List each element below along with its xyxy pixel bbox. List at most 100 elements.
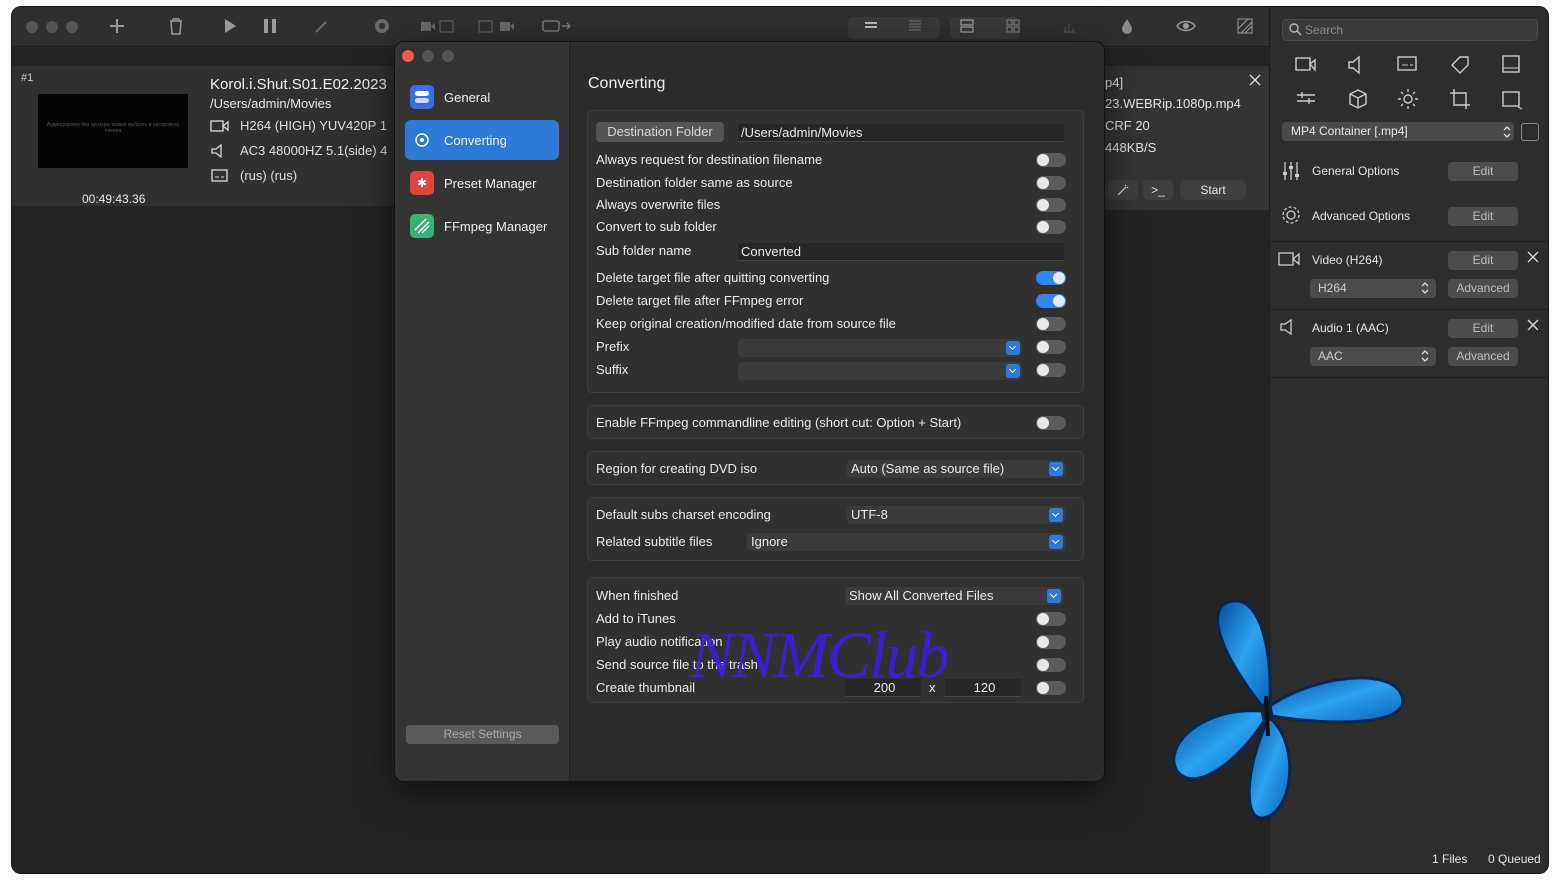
dest-same-source-label: Destination folder same as source [596, 175, 793, 190]
video-advanced-button[interactable]: Advanced [1448, 279, 1518, 298]
when-finished-value: Show All Converted Files [849, 588, 994, 603]
file-thumbnail[interactable]: Аудиодорожку без цензуры можно выбрать в… [38, 94, 188, 168]
suffix-toggle[interactable] [1036, 363, 1066, 377]
add-itunes-toggle[interactable] [1036, 612, 1066, 626]
related-subs-label: Related subtitle files [596, 534, 713, 549]
prefix-dropdown[interactable] [738, 339, 1022, 357]
record-icon[interactable] [373, 17, 391, 37]
chart-icon[interactable] [1060, 17, 1078, 37]
dest-same-source-toggle[interactable] [1036, 176, 1066, 190]
keep-dates-label: Keep original creation/modified date fro… [596, 316, 896, 331]
settings-dialog: General Converting ✱ Preset Manager FFmp… [394, 41, 1105, 782]
dialog-minimize-button[interactable] [422, 50, 434, 62]
brightness-icon[interactable] [1396, 87, 1420, 111]
compact-list-icon[interactable] [906, 17, 924, 37]
add-tag-icon[interactable] [1448, 53, 1472, 77]
output-filename: 23.WEBRip.1080p.mp4 [1105, 96, 1241, 111]
window-minimize-button[interactable] [46, 21, 58, 33]
sub-folder-name-field[interactable]: Converted [738, 243, 1064, 261]
grid-layout-icon[interactable] [1004, 17, 1022, 37]
sub-folder-toggle[interactable] [1036, 220, 1066, 234]
add-chapter-icon[interactable] [1500, 53, 1524, 77]
3d-box-icon[interactable] [1346, 87, 1370, 111]
play-audio-toggle[interactable] [1036, 635, 1066, 649]
video-edit-button[interactable]: Edit [1448, 251, 1518, 270]
nav-general[interactable]: General [405, 77, 559, 117]
nav-ffmpeg-manager[interactable]: FFmpeg Manager [405, 206, 559, 246]
related-subs-dropdown[interactable]: Ignore [747, 533, 1065, 551]
general-options-edit-button[interactable]: Edit [1448, 162, 1518, 181]
rows-layout-icon[interactable] [958, 17, 976, 37]
keep-dates-toggle[interactable] [1036, 317, 1066, 331]
cmdline-toggle[interactable] [1036, 416, 1066, 430]
video-codec-select[interactable]: H264 [1310, 279, 1436, 298]
container-format-select[interactable]: MP4 Container [.mp4] [1282, 122, 1514, 141]
subs-charset-dropdown[interactable]: UTF-8 [847, 506, 1065, 524]
save-preset-icon[interactable] [1521, 123, 1539, 141]
delete-after-error-toggle[interactable] [1036, 294, 1066, 308]
overwrite-toggle[interactable] [1036, 198, 1066, 212]
destination-folder-field[interactable]: /Users/admin/Movies [738, 124, 1064, 142]
video-camera-icon [210, 119, 229, 132]
dvd-region-dropdown[interactable]: Auto (Same as source file) [847, 460, 1065, 478]
when-finished-dropdown[interactable]: Show All Converted Files [845, 587, 1063, 605]
trash-icon[interactable] [168, 17, 184, 37]
file-index: #1 [21, 72, 34, 84]
add-itunes-label: Add to iTunes [596, 611, 676, 626]
audio-advanced-button[interactable]: Advanced [1448, 347, 1518, 366]
play-icon[interactable] [222, 17, 238, 37]
nav-converting[interactable]: Converting [405, 120, 559, 160]
remove-video-close-icon[interactable] [1527, 251, 1539, 263]
always-request-toggle[interactable] [1036, 153, 1066, 167]
remove-audio-close-icon[interactable] [1527, 319, 1539, 331]
terminal-button[interactable]: >_ [1143, 180, 1173, 200]
pause-icon[interactable] [262, 17, 278, 37]
list-view-icon[interactable] [862, 17, 880, 37]
wand-button[interactable] [1108, 180, 1138, 200]
prefix-toggle[interactable] [1036, 340, 1066, 354]
export-icon[interactable] [542, 17, 574, 37]
suffix-dropdown[interactable] [738, 362, 1022, 380]
send-trash-label: Send source file to the trash [596, 657, 758, 672]
dialog-close-button[interactable] [402, 50, 414, 62]
search-input[interactable]: Search [1282, 19, 1538, 41]
dialog-zoom-button[interactable] [442, 50, 454, 62]
crop-icon[interactable] [1448, 87, 1472, 111]
wand-icon[interactable] [314, 17, 330, 37]
create-thumb-toggle[interactable] [1036, 681, 1066, 695]
resize-icon[interactable] [1500, 87, 1524, 111]
file-video-info: H264 (HIGH) YUV420P 1 [210, 118, 387, 133]
prefix-label: Prefix [596, 339, 630, 354]
add-audio-icon[interactable] [1346, 53, 1370, 77]
advanced-options-edit-button[interactable]: Edit [1448, 207, 1518, 226]
sliders-icon [1283, 162, 1299, 180]
general-toggles-icon [410, 85, 434, 109]
audio-codec-select[interactable]: AAC [1310, 347, 1436, 366]
create-thumb-label: Create thumbnail [596, 680, 695, 695]
thumb-x-separator: x [929, 680, 936, 695]
file-video-codec: H264 (HIGH) YUV420P 1 [240, 118, 387, 133]
window-close-button[interactable] [26, 21, 38, 33]
thumb-height-field[interactable]: 120 [945, 679, 1021, 697]
image-to-video-icon[interactable] [478, 17, 518, 37]
filters-icon[interactable] [1294, 87, 1318, 111]
destination-folder-button[interactable]: Destination Folder [596, 122, 724, 142]
remove-file-close-icon[interactable] [1249, 74, 1261, 86]
sidebar-divider [1270, 241, 1548, 242]
start-button[interactable]: Start [1180, 180, 1246, 200]
ffmpeg-icon[interactable] [1236, 17, 1254, 37]
audio-edit-button[interactable]: Edit [1448, 319, 1518, 338]
window-zoom-button[interactable] [66, 21, 78, 33]
add-subtitle-icon[interactable] [1396, 53, 1420, 77]
add-video-icon[interactable] [1294, 53, 1318, 77]
video-to-image-icon[interactable] [420, 17, 456, 37]
add-icon[interactable] [108, 17, 126, 37]
nav-preset-manager[interactable]: ✱ Preset Manager [405, 163, 559, 203]
thumb-width-field[interactable]: 200 [845, 679, 921, 697]
reset-settings-button[interactable]: Reset Settings [406, 725, 559, 744]
file-subs: (rus) (rus) [240, 168, 298, 183]
send-trash-toggle[interactable] [1036, 658, 1066, 672]
delete-after-quit-toggle[interactable] [1036, 271, 1066, 285]
preview-eye-icon[interactable] [1176, 17, 1196, 37]
drop-icon[interactable] [1118, 17, 1136, 37]
